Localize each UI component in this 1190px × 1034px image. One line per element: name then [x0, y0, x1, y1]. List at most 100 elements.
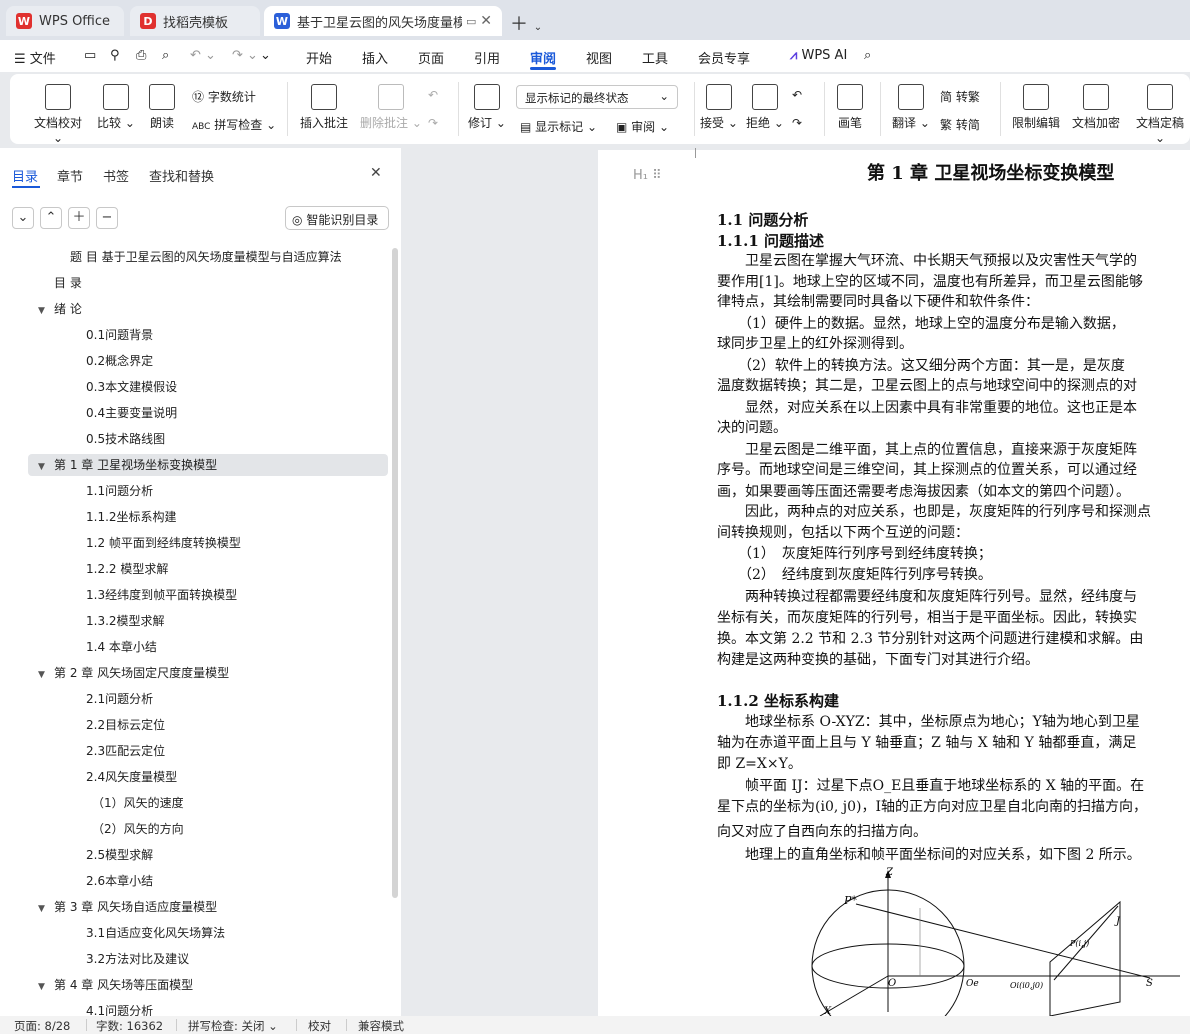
tab-template[interactable]: D 找稻壳模板	[130, 6, 260, 36]
toc-item[interactable]: 1.2.2 模型求解	[86, 558, 168, 580]
tab-wps-office[interactable]: W WPS Office	[6, 6, 124, 36]
toc-item[interactable]: 题 目 基于卫星云图的风矢场度量模型与自适应算法	[70, 246, 342, 268]
page-count[interactable]: 页面: 8/28	[14, 1018, 70, 1034]
toc-item[interactable]: 2.5模型求解	[86, 844, 153, 866]
caret-down-icon[interactable]: ▼	[38, 300, 50, 322]
toc-item[interactable]: 2.4风矢度量模型	[86, 766, 177, 788]
toc-item-label: 2.5模型求解	[86, 848, 154, 862]
menu-member[interactable]: 会员专享	[698, 48, 750, 67]
search-icon[interactable]: ⌕	[864, 48, 871, 63]
show-markup-button[interactable]: ▤ 显示标记 ⌄	[520, 118, 597, 135]
toc-item[interactable]: ▼ 绪 论	[38, 298, 82, 320]
next-comment-icon[interactable]: ↷	[428, 116, 438, 130]
menu-file[interactable]: ☰ 文件	[14, 48, 56, 67]
spell-check-button[interactable]: ABC 拼写检查 ⌄	[192, 116, 276, 133]
toc-item[interactable]: 2.6本章小结	[86, 870, 153, 892]
toc-item[interactable]: 3.1自适应变化风矢场算法	[86, 922, 225, 944]
toc-item[interactable]: 1.3.2模型求解	[86, 610, 165, 632]
to-simplified-button[interactable]: 繁 转简	[940, 116, 980, 133]
toc-item[interactable]: 1.2 帧平面到经纬度转换模型	[86, 532, 241, 554]
tab-sections[interactable]: 章节	[57, 166, 83, 185]
finalize-button[interactable]: 文档定稿 ⌄	[1130, 84, 1190, 145]
prev-change-icon[interactable]: ↶	[792, 88, 802, 102]
share-icon[interactable]: ⚲	[110, 48, 120, 63]
pen-button[interactable]: 画笔	[832, 84, 868, 131]
accept-button[interactable]: 接受 ⌄	[700, 84, 738, 131]
toc-item[interactable]: 2.2目标云定位	[86, 714, 165, 736]
toc-item[interactable]: （2）风矢的方向	[92, 818, 184, 840]
translate-button[interactable]: 翻译 ⌄	[890, 84, 932, 131]
collapse-up-button[interactable]: ⌃	[40, 207, 62, 229]
proof-status[interactable]: 校对	[308, 1018, 331, 1034]
tab-bookmarks[interactable]: 书签	[103, 166, 129, 185]
caret-down-icon[interactable]: ▼	[38, 976, 50, 998]
encrypt-button[interactable]: 文档加密	[1070, 84, 1122, 131]
toc-item[interactable]: 2.1问题分析	[86, 688, 153, 710]
tab-document[interactable]: W 基于卫星云图的风矢场度量模型 ▭ ✕	[264, 6, 502, 36]
toc-item[interactable]: 1.3经纬度到帧平面转换模型	[86, 584, 237, 606]
redo-icon[interactable]: ↷ ⌄	[232, 48, 258, 63]
heading-drag-handle-icon[interactable]: H₁ ⠿	[633, 168, 662, 183]
menu-start[interactable]: 开始	[306, 48, 332, 67]
menu-view[interactable]: 视图	[586, 48, 612, 67]
delete-comment-button[interactable]: 删除批注 ⌄	[358, 84, 424, 131]
toc-item[interactable]: 0.1问题背景	[86, 324, 153, 346]
word-count-button[interactable]: ⑫ 字数统计	[192, 88, 256, 105]
toc-item[interactable]: 2.3匹配云定位	[86, 740, 165, 762]
reject-button[interactable]: 拒绝 ⌄	[746, 84, 784, 131]
save-icon[interactable]: ▭	[84, 48, 96, 63]
toc-item[interactable]: ▼ 第 3 章 风矢场自适应度量模型	[38, 896, 217, 918]
toc-item[interactable]: 0.4主要变量说明	[86, 402, 177, 424]
caret-down-icon[interactable]: ▼	[38, 456, 50, 478]
smart-toc-button[interactable]: ◎ 智能识别目录	[285, 206, 389, 230]
menu-reference[interactable]: 引用	[474, 48, 500, 67]
collapse-down-button[interactable]: ⌄	[12, 207, 34, 229]
next-change-icon[interactable]: ↷	[792, 116, 802, 130]
restrict-edit-button[interactable]: 限制编辑	[1010, 84, 1062, 131]
more-chevron-icon[interactable]: ⌄	[260, 48, 271, 63]
tab-toc[interactable]: 目录	[12, 166, 38, 185]
tab-find-replace[interactable]: 查找和替换	[149, 166, 214, 185]
toc-item[interactable]: ▼ 第 4 章 风矢场等压面模型	[38, 974, 193, 996]
menu-page[interactable]: 页面	[418, 48, 444, 67]
doc-check-button[interactable]: 文档校对 ⌄	[28, 84, 88, 145]
prev-comment-icon[interactable]: ↶	[428, 88, 438, 102]
toc-item[interactable]: （1）风矢的速度	[92, 792, 184, 814]
scrollbar[interactable]	[392, 248, 398, 898]
menu-tools[interactable]: 工具	[642, 48, 668, 67]
print-preview-icon[interactable]: ⌕	[162, 48, 169, 63]
wps-ai-button[interactable]: ⩘ WPS AI	[790, 48, 847, 63]
toc-item[interactable]: 0.3本文建模假设	[86, 376, 177, 398]
menu-review[interactable]: 审阅	[530, 48, 556, 67]
read-aloud-button[interactable]: 朗读	[146, 84, 178, 131]
toc-item[interactable]: 0.2概念界定	[86, 350, 153, 372]
toc-item[interactable]: 目 录	[54, 272, 82, 294]
toc-item[interactable]: ▼ 第 2 章 风矢场固定尺度度量模型	[38, 662, 229, 684]
undo-icon[interactable]: ↶ ⌄	[190, 48, 216, 63]
compare-button[interactable]: 比较 ⌄	[96, 84, 136, 131]
to-traditional-button[interactable]: 简 转繁	[940, 88, 980, 105]
toc-item[interactable]: 1.4 本章小结	[86, 636, 157, 658]
toc-item[interactable]: 1.1.2坐标系构建	[86, 506, 177, 528]
word-count[interactable]: 字数: 16362	[96, 1018, 163, 1034]
new-tab-button[interactable]: ＋ ⌄	[510, 10, 542, 36]
print-icon[interactable]: ⎙	[136, 48, 146, 63]
caret-down-icon[interactable]: ▼	[38, 664, 50, 686]
revise-button[interactable]: 修订 ⌄	[468, 84, 506, 131]
toc-item[interactable]: 3.2方法对比及建议	[86, 948, 189, 970]
spell-check-status[interactable]: 拼写检查: 关闭 ⌄	[188, 1018, 278, 1034]
caret-down-icon[interactable]: ▼	[38, 898, 50, 920]
remove-heading-button[interactable]: −	[96, 207, 118, 229]
markup-state-select[interactable]: 显示标记的最终状态 ⌄	[516, 85, 678, 109]
toc-item[interactable]: 0.5技术路线图	[86, 428, 165, 450]
add-heading-button[interactable]: ＋	[68, 207, 90, 229]
divider	[694, 82, 695, 136]
close-icon[interactable]: ✕	[370, 165, 382, 181]
toc-item[interactable]: ▼ 第 1 章 卫星视场坐标变换模型	[28, 454, 388, 476]
spell-check-icon: ABC	[192, 122, 211, 132]
close-icon[interactable]: ✕	[480, 13, 492, 29]
insert-comment-button[interactable]: 插入批注	[298, 84, 350, 131]
menu-insert[interactable]: 插入	[362, 48, 388, 67]
review-pane-button[interactable]: ▣ 审阅 ⌄	[616, 118, 669, 135]
toc-item[interactable]: 1.1问题分析	[86, 480, 153, 502]
